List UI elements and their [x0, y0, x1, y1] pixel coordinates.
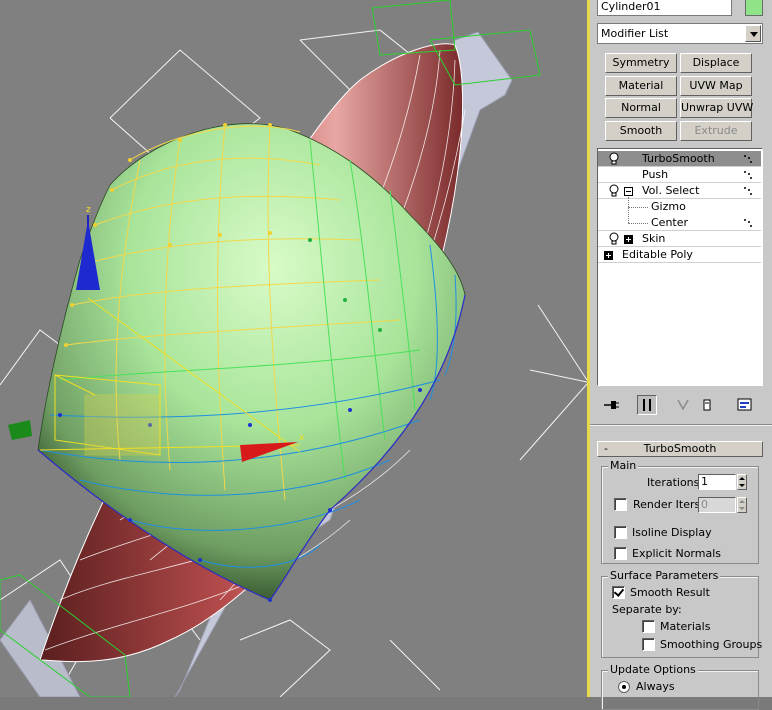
- collapse-icon[interactable]: [624, 187, 633, 196]
- stack-item-label: Gizmo: [651, 200, 686, 213]
- stack-item-turbosmooth[interactable]: TurboSmooth: [598, 151, 761, 167]
- stack-item-label: TurboSmooth: [642, 152, 715, 165]
- always-label: Always: [636, 680, 675, 693]
- spinner-arrows-icon: [737, 497, 747, 513]
- lightbulb-icon[interactable]: [608, 184, 620, 198]
- lightbulb-icon[interactable]: [608, 152, 620, 166]
- normal-button[interactable]: Normal: [605, 98, 677, 118]
- render-iters-spinner: 0: [698, 497, 748, 513]
- stack-item-gizmo[interactable]: Gizmo: [598, 199, 761, 215]
- object-name-field[interactable]: Cylinder01: [597, 0, 732, 16]
- explicit-normals-checkbox[interactable]: [614, 547, 627, 560]
- tree-connector: [628, 223, 648, 224]
- displace-button[interactable]: Displace: [680, 53, 752, 73]
- stack-toolbar: [597, 393, 763, 417]
- update-options-title: Update Options: [608, 663, 698, 677]
- symmetry-button[interactable]: Symmetry: [605, 53, 677, 73]
- unwrap-uvw-button[interactable]: Unwrap UVW: [680, 98, 753, 118]
- remove-modifier-icon[interactable]: [697, 395, 717, 415]
- panel-separator: [590, 424, 772, 426]
- materials-checkbox[interactable]: [642, 620, 655, 633]
- stack-item-vol-select[interactable]: Vol. Select: [598, 183, 761, 199]
- stack-item-editable-poly[interactable]: Editable Poly: [598, 247, 761, 263]
- gizmo-x-label: x: [299, 433, 305, 443]
- isoline-display-checkbox[interactable]: [614, 526, 627, 539]
- modifier-list-dropdown[interactable]: Modifier List: [597, 23, 763, 44]
- smoothing-groups-label: Smoothing Groups: [660, 638, 763, 651]
- smoothing-groups-checkbox[interactable]: [642, 638, 655, 651]
- gizmo-z-label: z: [86, 205, 91, 215]
- materials-label: Materials: [660, 620, 711, 633]
- explicit-normals-label: Explicit Normals: [632, 547, 721, 560]
- y-axis-arrow-icon: [8, 420, 32, 440]
- extrude-button: Extrude: [680, 121, 752, 141]
- smooth-result-checkbox[interactable]: [612, 586, 625, 599]
- turbosmooth-rollout-header[interactable]: - TurboSmooth: [597, 441, 763, 457]
- tree-connector: [628, 207, 648, 208]
- stack-item-push[interactable]: Push: [598, 167, 761, 183]
- rollout-title: TurboSmooth: [643, 442, 717, 455]
- smooth-button[interactable]: Smooth: [605, 121, 677, 141]
- make-unique-icon: [677, 399, 689, 411]
- viewport-scene: x z: [0, 0, 587, 697]
- expand-icon[interactable]: [604, 251, 613, 260]
- iterations-label: Iterations:: [647, 476, 704, 489]
- modify-panel: Cylinder01 Modifier List Symmetry Displa…: [590, 0, 772, 710]
- sub-object-dots-icon: [744, 155, 752, 163]
- pin-stack-icon[interactable]: [601, 395, 621, 415]
- modifier-list-value: Modifier List: [601, 27, 669, 40]
- stack-item-label: Skin: [642, 232, 666, 245]
- stack-item-skin[interactable]: Skin: [598, 231, 761, 247]
- configure-modifier-sets-icon[interactable]: [735, 395, 755, 415]
- spinner-arrows-icon[interactable]: [737, 474, 747, 490]
- isoline-display-label: Isoline Display: [632, 526, 712, 539]
- object-color-swatch[interactable]: [745, 0, 763, 16]
- surface-parameters-title: Surface Parameters: [608, 569, 721, 583]
- separate-by-label: Separate by:: [612, 603, 682, 616]
- sub-object-dots-icon: [744, 171, 752, 179]
- smooth-result-label: Smooth Result: [630, 586, 710, 599]
- stack-item-label: Editable Poly: [622, 248, 693, 261]
- expand-icon[interactable]: [624, 235, 633, 244]
- modifier-stack[interactable]: TurboSmooth Push Vol. Select Gizmo Cente…: [597, 148, 763, 386]
- render-iters-checkbox[interactable]: [614, 498, 627, 511]
- sub-object-dots-icon: [744, 219, 752, 227]
- main-group-title: Main: [608, 459, 639, 473]
- sub-object-dots-icon: [744, 187, 752, 195]
- material-button[interactable]: Material: [605, 76, 677, 96]
- uvw-map-button[interactable]: UVW Map: [680, 76, 752, 96]
- perspective-viewport[interactable]: x z: [0, 0, 587, 697]
- lightbulb-icon[interactable]: [608, 232, 620, 246]
- chevron-down-icon[interactable]: [745, 25, 761, 42]
- stack-item-label: Push: [642, 168, 669, 181]
- stack-item-center[interactable]: Center: [598, 215, 761, 231]
- iterations-spinner[interactable]: 1: [698, 474, 748, 490]
- stack-item-label: Center: [651, 216, 689, 229]
- render-iters-field: 0: [698, 497, 736, 513]
- iterations-field[interactable]: 1: [698, 474, 736, 490]
- show-end-result-icon: [643, 399, 651, 411]
- always-radio[interactable]: [618, 681, 630, 693]
- show-end-result-button[interactable]: [637, 395, 657, 415]
- stack-item-label: Vol. Select: [642, 184, 700, 197]
- render-iters-label: Render Iters:: [633, 498, 704, 511]
